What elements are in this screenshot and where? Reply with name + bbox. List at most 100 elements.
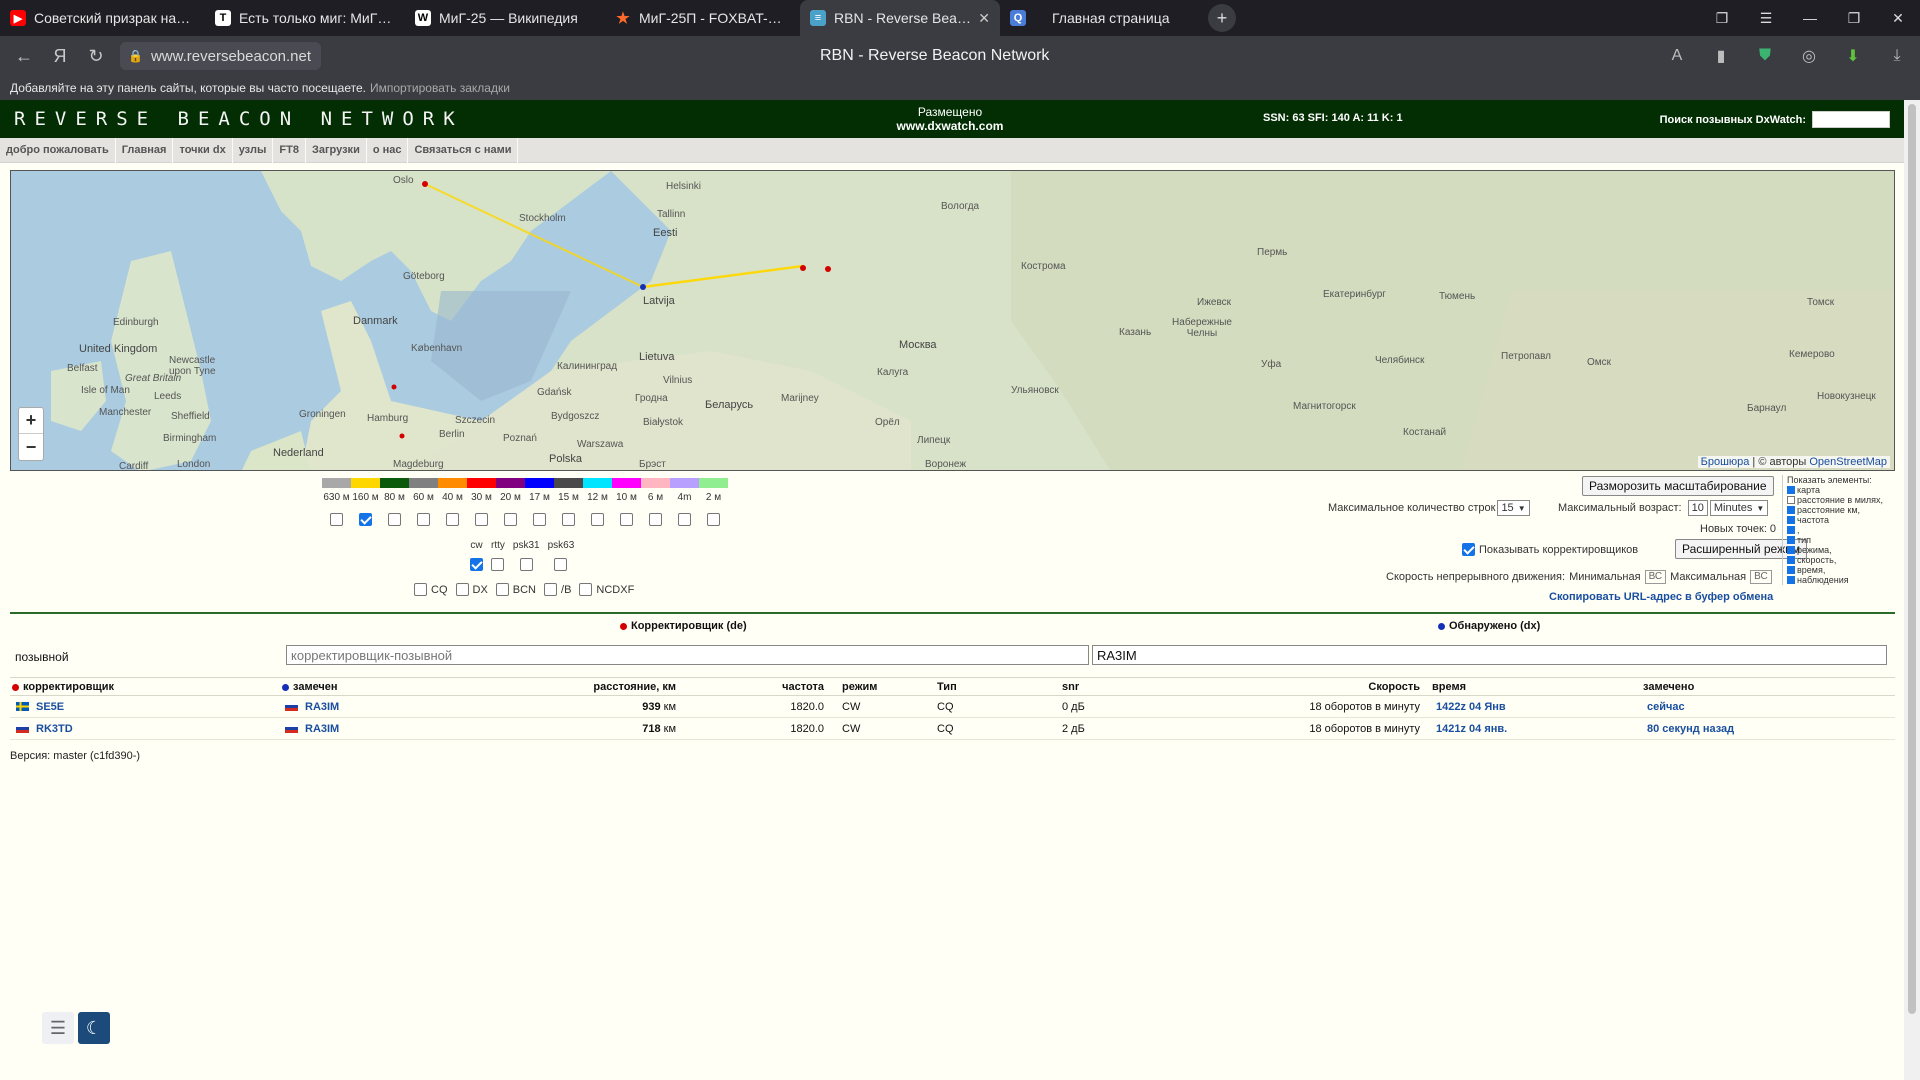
show-speed-checkbox[interactable] bbox=[1787, 556, 1795, 564]
type-checkbox[interactable] bbox=[495, 583, 509, 596]
dx-search-input[interactable] bbox=[1812, 111, 1890, 128]
band-checkbox[interactable] bbox=[649, 513, 662, 526]
mode-cell: CW bbox=[842, 701, 861, 713]
max-rows-select[interactable]: 15 ▼ bbox=[1497, 500, 1530, 516]
time-cell[interactable]: 1421z 04 янв. bbox=[1436, 718, 1507, 740]
mode-checkbox[interactable] bbox=[554, 558, 568, 571]
spotted-link[interactable]: RA3IM bbox=[305, 701, 339, 713]
menu-icon[interactable]: ☰ bbox=[1744, 0, 1788, 36]
url-field[interactable]: 🔒 www.reversebeacon.net bbox=[120, 42, 322, 70]
download-icon[interactable]: ⤓ bbox=[1882, 41, 1912, 71]
sidebar-menu-icon[interactable]: ☰ bbox=[42, 1012, 74, 1044]
type-checkbox[interactable] bbox=[579, 583, 593, 596]
tab-rbn[interactable]: ≡ RBN - Reverse Beacon N ✕ bbox=[800, 0, 1000, 36]
show-time-checkbox[interactable] bbox=[1787, 566, 1795, 574]
osm-link[interactable]: OpenStreetMap bbox=[1809, 456, 1887, 468]
green-download-icon[interactable]: ⬇ bbox=[1838, 41, 1868, 71]
close-window-icon[interactable]: ✕ bbox=[1876, 0, 1920, 36]
spotted-link[interactable]: RA3IM bbox=[305, 723, 339, 735]
show-type-checkbox[interactable] bbox=[1787, 536, 1795, 544]
page-scrollbar[interactable] bbox=[1904, 100, 1920, 1080]
tab-mig25-article[interactable]: T Есть только миг: МиГ-25 bbox=[205, 0, 405, 36]
band-checkbox[interactable] bbox=[417, 513, 430, 526]
max-age-unit-select[interactable]: Minutes ▼ bbox=[1709, 500, 1769, 516]
tab-main-page[interactable]: Q Главная страница bbox=[1000, 0, 1200, 36]
new-tab-button[interactable]: + bbox=[1208, 4, 1236, 32]
back-icon[interactable]: ← bbox=[6, 38, 42, 74]
show-comma-checkbox[interactable] bbox=[1787, 526, 1795, 534]
mode-checkbox[interactable] bbox=[491, 558, 505, 571]
show-mode-checkbox[interactable] bbox=[1787, 546, 1795, 554]
zoom-out-button[interactable]: − bbox=[19, 434, 43, 460]
spotter-link[interactable]: RK3TD bbox=[36, 723, 73, 735]
band-checkbox[interactable] bbox=[330, 513, 343, 526]
yandex-icon[interactable]: Я bbox=[42, 38, 78, 74]
leaflet-link[interactable]: Брошюра bbox=[1701, 456, 1750, 468]
map-label: Belfast bbox=[67, 363, 98, 374]
bookmark-icon[interactable]: ▮ bbox=[1706, 41, 1736, 71]
menu-dx-spots[interactable]: точки dx bbox=[173, 137, 233, 163]
show-freq-checkbox[interactable] bbox=[1787, 516, 1795, 524]
band-checkbox[interactable] bbox=[475, 513, 488, 526]
menu-nodes[interactable]: узлы bbox=[233, 137, 274, 163]
band-color-swatch bbox=[554, 478, 583, 488]
type-checkbox[interactable] bbox=[455, 583, 469, 596]
tabs-list-icon[interactable]: ❐ bbox=[1700, 0, 1744, 36]
import-bookmarks-link[interactable]: Импортировать закладки bbox=[370, 81, 510, 95]
close-tab-icon[interactable]: ✕ bbox=[978, 10, 990, 27]
time-cell[interactable]: 1422z 04 Янв bbox=[1436, 696, 1506, 718]
tab-youtube[interactable]: ▶ Советский призрак над ст bbox=[0, 0, 205, 36]
speed-min-input[interactable]: ВС bbox=[1644, 570, 1667, 584]
map-label: Edinburgh bbox=[113, 317, 159, 328]
restore-icon[interactable]: ❐ bbox=[1832, 0, 1876, 36]
menu-welcome[interactable]: добро пожаловать bbox=[0, 137, 116, 163]
show-miles-checkbox[interactable] bbox=[1787, 496, 1795, 504]
band-checkbox[interactable] bbox=[620, 513, 633, 526]
menu-about[interactable]: о нас bbox=[367, 137, 409, 163]
spotter-callsign-input[interactable]: корректировщик-позывной bbox=[286, 645, 1089, 665]
unfreeze-zoom-button[interactable]: Разморозить масштабирование bbox=[1582, 476, 1774, 496]
dark-mode-icon[interactable]: ☾ bbox=[78, 1012, 110, 1044]
reload-icon[interactable]: ↻ bbox=[78, 38, 114, 74]
copy-url-link[interactable]: Скопировать URL-адрес в буфер обмена bbox=[1549, 591, 1773, 603]
band-checkbox[interactable] bbox=[678, 513, 691, 526]
mode-checkbox[interactable] bbox=[519, 558, 533, 571]
show-km-checkbox[interactable] bbox=[1787, 506, 1795, 514]
show-seen-checkbox[interactable] bbox=[1787, 576, 1795, 584]
map-label: Набережные Челны bbox=[1172, 317, 1232, 339]
band-checkbox[interactable] bbox=[533, 513, 546, 526]
menu-contact[interactable]: Связаться с нами bbox=[408, 137, 519, 163]
band-color-swatch bbox=[467, 478, 496, 488]
site-logo[interactable]: REVERSE BEACON NETWORK bbox=[14, 108, 464, 130]
type-checkbox[interactable] bbox=[544, 583, 558, 596]
band-checkbox[interactable] bbox=[388, 513, 401, 526]
band-checkbox[interactable] bbox=[562, 513, 575, 526]
band-color-swatch bbox=[583, 478, 612, 488]
band-checkbox[interactable] bbox=[591, 513, 604, 526]
max-age-input[interactable]: 10 bbox=[1687, 500, 1708, 516]
band-checkbox[interactable] bbox=[446, 513, 459, 526]
zoom-in-button[interactable]: + bbox=[19, 408, 43, 434]
tab-foxbat[interactable]: ★ МиГ-25П - FOXBAT-A, -C, bbox=[605, 0, 800, 36]
translate-icon[interactable]: A bbox=[1662, 41, 1692, 71]
mode-checkbox[interactable] bbox=[470, 558, 483, 571]
band-checkbox[interactable] bbox=[359, 513, 372, 526]
minimize-icon[interactable]: — bbox=[1788, 0, 1832, 36]
scrollbar-thumb[interactable] bbox=[1908, 104, 1916, 1014]
dxwatch-link[interactable]: www.dxwatch.com bbox=[880, 119, 1020, 133]
spotter-link[interactable]: SE5E bbox=[36, 701, 64, 713]
shield-icon[interactable]: ⛊ bbox=[1750, 41, 1780, 71]
show-skimmers-checkbox[interactable] bbox=[1462, 543, 1475, 556]
spot-map[interactable]: Oslo Helsinki Tallinn Stockholm Eesti Gö… bbox=[10, 170, 1895, 471]
type-checkbox[interactable] bbox=[414, 583, 427, 596]
extension-icon[interactable]: ◎ bbox=[1794, 41, 1824, 71]
menu-home[interactable]: Главная bbox=[116, 137, 174, 163]
show-map-checkbox[interactable] bbox=[1787, 486, 1795, 494]
menu-ft8[interactable]: FT8 bbox=[273, 137, 306, 163]
dx-callsign-input[interactable]: RA3IM bbox=[1092, 645, 1887, 665]
band-checkbox[interactable] bbox=[707, 513, 720, 526]
tab-wikipedia[interactable]: W МиГ-25 — Википедия bbox=[405, 0, 605, 36]
band-checkbox[interactable] bbox=[504, 513, 517, 526]
speed-max-input[interactable]: ВС bbox=[1750, 570, 1772, 584]
menu-downloads[interactable]: Загрузки bbox=[306, 137, 367, 163]
